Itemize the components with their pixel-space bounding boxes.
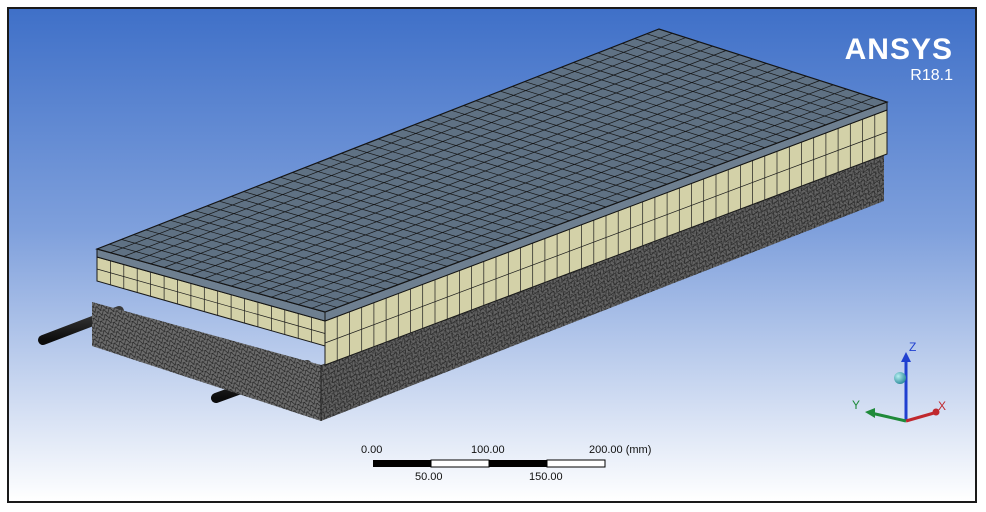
scale-label-200: 200.00 (mm): [589, 444, 652, 456]
graphics-window: Z X Y ANSYS R18.1 0.00 100.00 200.00 (mm…: [7, 7, 977, 503]
triad-x-label: X: [938, 399, 946, 413]
scale-label-150: 150.00: [529, 471, 563, 483]
scale-bar: [373, 459, 606, 468]
triad-z-label: Z: [909, 340, 916, 354]
scale-label-100: 100.00: [471, 444, 505, 456]
triad-origin-ball: [894, 372, 906, 384]
scale-segment-1: [373, 460, 431, 467]
logo-wordmark: ANSYS: [844, 33, 953, 66]
scale-segment-2: [430, 459, 490, 468]
logo-version: R18.1: [910, 67, 953, 84]
scale-label-0: 0.00: [361, 444, 383, 456]
triad-y-label: Y: [852, 398, 860, 412]
model-viewport[interactable]: Z X Y: [9, 9, 975, 501]
ansys-logo: ANSYS R18.1: [845, 35, 953, 85]
scale-segment-4: [546, 459, 606, 468]
scale-label-50: 50.00: [415, 471, 443, 483]
scale-segment-3: [489, 460, 547, 467]
